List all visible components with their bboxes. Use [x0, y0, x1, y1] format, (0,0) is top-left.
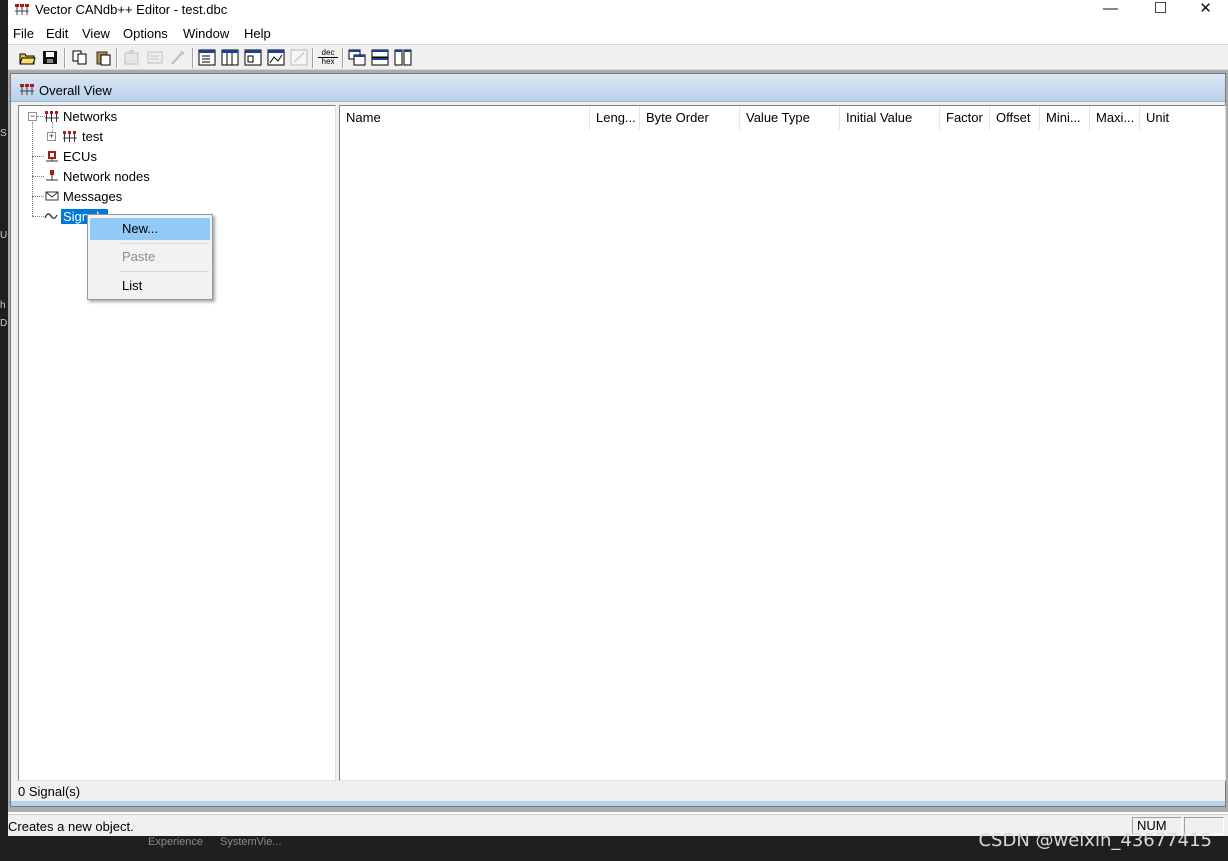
column-header-maximum[interactable]: Maxi... — [1090, 106, 1140, 130]
cascade-icon[interactable] — [348, 49, 366, 66]
column-header-byte-order[interactable]: Byte Order — [640, 106, 740, 130]
child-bottom-frame — [11, 801, 1225, 806]
table-view-icon[interactable] — [221, 49, 239, 66]
minimize-button[interactable]: — — [1088, 0, 1133, 20]
toolbar-separator — [342, 48, 344, 68]
tree-node-ecus[interactable]: ECUs — [63, 149, 97, 164]
test-expand-toggle[interactable]: + — [47, 132, 56, 141]
child-title-bar[interactable]: Overall View — [11, 74, 1225, 102]
toolbar-separator — [116, 48, 118, 68]
toolbar: dec hex — [8, 44, 1228, 70]
context-menu-separator — [119, 271, 209, 272]
tile-vertical-icon[interactable] — [394, 49, 412, 66]
app-icon — [15, 4, 29, 15]
child-window-title: Overall View — [39, 83, 112, 98]
status-message: Creates a new object. — [8, 819, 134, 834]
tree-pane[interactable]: − Networks + test ECUs Network nodes Mes… — [18, 105, 336, 781]
tree-view-icon[interactable] — [198, 49, 216, 66]
overall-view-window: Overall View − Networks + test ECUs Netw… — [10, 73, 1226, 807]
title-bar[interactable]: Vector CANdb++ Editor - test.dbc — ☐ ✕ — [8, 0, 1228, 22]
column-header-unit[interactable]: Unit — [1140, 106, 1225, 130]
tree-node-networks[interactable]: Networks — [63, 109, 117, 124]
tree-node-messages[interactable]: Messages — [63, 189, 122, 204]
mdi-workspace: Overall View − Networks + test ECUs Netw… — [8, 70, 1228, 812]
list-header: Name Leng... Byte Order Value Type Initi… — [340, 106, 1225, 130]
ecu-icon — [46, 151, 58, 162]
column-header-length[interactable]: Leng... — [590, 106, 640, 130]
menu-help[interactable]: Help — [244, 26, 271, 41]
context-menu-list[interactable]: List — [90, 275, 210, 297]
menu-bar: File Edit View Options Window Help — [8, 23, 1228, 43]
menu-edit[interactable]: Edit — [46, 26, 68, 41]
column-header-name[interactable]: Name — [340, 106, 590, 130]
network-test-icon — [63, 131, 77, 142]
maximize-button[interactable]: ☐ — [1138, 0, 1183, 20]
disabled-view-icon[interactable] — [290, 49, 308, 66]
dec-hex-icon[interactable]: dec hex — [318, 49, 338, 66]
signal-list-pane[interactable]: Name Leng... Byte Order Value Type Initi… — [339, 105, 1226, 781]
taskbar-ghost-text: Experience — [148, 836, 204, 848]
signal-wave-icon — [44, 213, 58, 219]
copy-icon[interactable] — [71, 49, 89, 66]
properties-icon[interactable] — [123, 49, 141, 66]
menu-view[interactable]: View — [82, 26, 110, 41]
toolbar-separator — [192, 48, 194, 68]
tree-node-network-nodes[interactable]: Network nodes — [63, 169, 150, 184]
toolbar-separator — [64, 48, 66, 68]
desktop-left-edge: SUhD — [0, 0, 8, 861]
column-header-value-type[interactable]: Value Type — [740, 106, 840, 130]
message-envelope-icon — [45, 191, 59, 201]
csdn-watermark: CSDN @weixin_43677415 — [978, 830, 1212, 851]
context-menu: New... Paste List — [87, 214, 213, 300]
context-menu-new[interactable]: New... — [90, 218, 210, 240]
column-header-factor[interactable]: Factor — [940, 106, 990, 130]
networks-collapse-toggle[interactable]: − — [28, 112, 37, 121]
menu-file[interactable]: File — [13, 26, 34, 41]
hex-label: hex — [321, 57, 335, 66]
column-header-offset[interactable]: Offset — [990, 106, 1040, 130]
graph-icon[interactable] — [267, 49, 285, 66]
form-icon[interactable] — [146, 49, 164, 66]
menu-window[interactable]: Window — [183, 26, 229, 41]
context-menu-paste[interactable]: Paste — [90, 246, 210, 268]
wand-icon[interactable] — [169, 49, 187, 66]
toolbar-separator — [312, 48, 314, 68]
taskbar-ghost-text: SystemVie... — [220, 836, 282, 848]
overall-view-icon — [20, 84, 34, 95]
signal-count-status: 0 Signal(s) — [18, 784, 81, 799]
paste-icon[interactable] — [94, 49, 112, 66]
menu-options[interactable]: Options — [123, 26, 168, 41]
tile-horizontal-icon[interactable] — [371, 49, 389, 66]
window-title: Vector CANdb++ Editor - test.dbc — [35, 2, 228, 17]
tree-node-test[interactable]: test — [82, 129, 103, 144]
window-icon[interactable] — [244, 49, 262, 66]
column-header-initial-value[interactable]: Initial Value — [840, 106, 940, 130]
save-icon[interactable] — [41, 49, 59, 66]
open-folder-icon[interactable] — [18, 49, 36, 66]
column-header-minimum[interactable]: Mini... — [1040, 106, 1090, 130]
network-node-icon — [46, 170, 58, 181]
context-menu-separator — [119, 243, 209, 244]
close-button[interactable]: ✕ — [1183, 0, 1228, 20]
